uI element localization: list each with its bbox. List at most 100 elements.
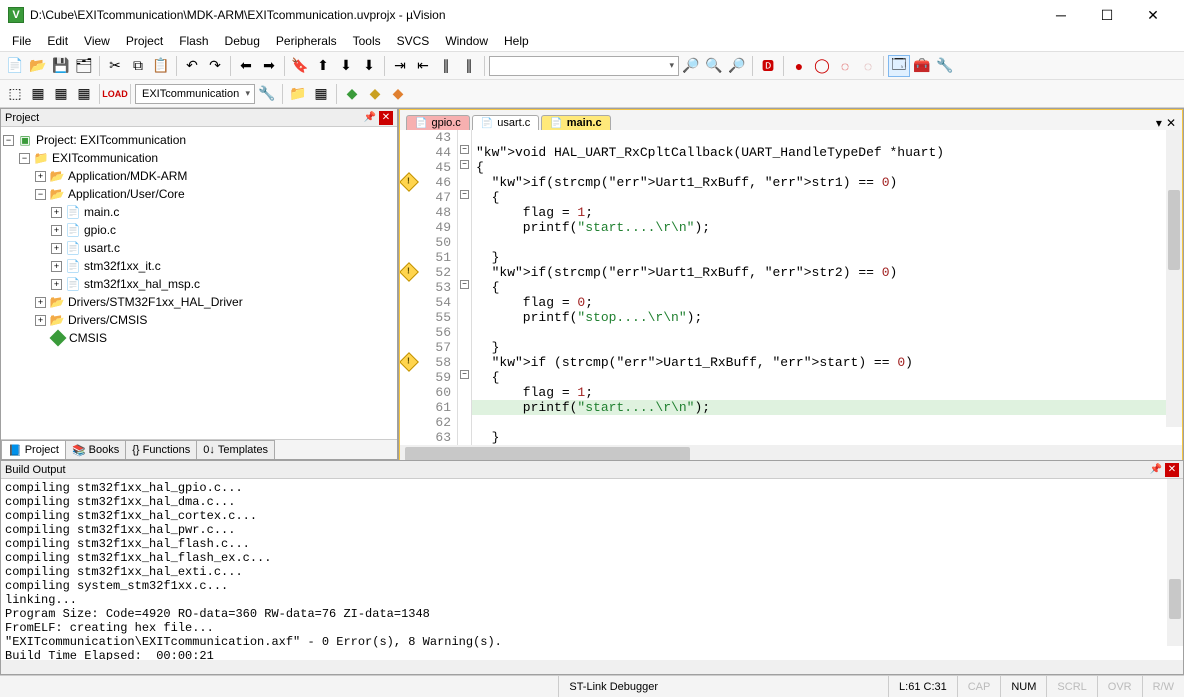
- save-all-icon[interactable]: 🗂: [73, 55, 95, 77]
- manage-icon[interactable]: ▦: [310, 83, 332, 105]
- tree-group[interactable]: +📂Application/MDK-ARM: [3, 167, 395, 185]
- new-file-icon[interactable]: 📄: [4, 55, 26, 77]
- open-file-icon[interactable]: 📂: [27, 55, 49, 77]
- tree-file[interactable]: +📄main.c: [3, 203, 395, 221]
- build-icon[interactable]: ▦: [27, 83, 49, 105]
- status-cap: CAP: [957, 676, 1001, 697]
- nav-back-icon[interactable]: ⬅: [235, 55, 257, 77]
- tree-group[interactable]: +📂Drivers/CMSIS: [3, 311, 395, 329]
- debug-icon[interactable]: 🅳: [757, 55, 779, 77]
- toolbox-icon[interactable]: 🧰: [911, 55, 933, 77]
- menu-peripherals[interactable]: Peripherals: [268, 32, 345, 50]
- build-scrollbar-h[interactable]: [1, 660, 1183, 674]
- tree-file[interactable]: +📄gpio.c: [3, 221, 395, 239]
- copy-icon[interactable]: ⧉: [127, 55, 149, 77]
- tree-file[interactable]: +📄stm32f1xx_hal_msp.c: [3, 275, 395, 293]
- bookmark-next-icon[interactable]: ⬇: [335, 55, 357, 77]
- maximize-button[interactable]: ☐: [1084, 0, 1130, 30]
- tree-target[interactable]: −📁EXITcommunication: [3, 149, 395, 167]
- title-bar: V D:\Cube\EXITcommunication\MDK-ARM\EXIT…: [0, 0, 1184, 30]
- pin-icon[interactable]: 📌: [363, 111, 377, 125]
- menu-bar: FileEditViewProjectFlashDebugPeripherals…: [0, 30, 1184, 52]
- rebuild-icon[interactable]: ▦: [50, 83, 72, 105]
- editor-tab-usart-c[interactable]: 📄 usart.c: [472, 115, 539, 130]
- outdent-icon[interactable]: ⇤: [412, 55, 434, 77]
- target-combo[interactable]: EXITcommunication▾: [135, 84, 255, 104]
- menu-svcs[interactable]: SVCS: [389, 32, 438, 50]
- bottom-tab-books[interactable]: 📚 Books: [65, 440, 126, 459]
- breakpoint-icon[interactable]: ●: [788, 55, 810, 77]
- target-options-icon[interactable]: 🔧: [256, 83, 278, 105]
- editor-scrollbar-v[interactable]: [1166, 130, 1182, 427]
- tab-close-icon[interactable]: ✕: [1166, 116, 1176, 130]
- project-tree[interactable]: −▣Project: EXITcommunication−📁EXITcommun…: [1, 127, 397, 439]
- undo-icon[interactable]: ↶: [181, 55, 203, 77]
- editor-tab-gpio-c[interactable]: 📄 gpio.c: [406, 115, 470, 130]
- tree-cmsis[interactable]: CMSIS: [3, 329, 395, 347]
- bookmark-prev-icon[interactable]: ⬆: [312, 55, 334, 77]
- bookmark-clear-icon[interactable]: ⬇: [358, 55, 380, 77]
- find-combo[interactable]: ▾: [489, 56, 679, 76]
- main-toolbar: 📄 📂 💾 🗂 ✂ ⧉ 📋 ↶ ↷ ⬅ ➡ 🔖 ⬆ ⬇ ⬇ ⇥ ⇤ ∥ ∥ ▾ …: [0, 52, 1184, 80]
- menu-view[interactable]: View: [76, 32, 118, 50]
- status-num: NUM: [1000, 676, 1046, 697]
- editor-tabs: 📄 gpio.c📄 usart.c📄 main.c ▾ ✕: [400, 110, 1182, 130]
- build-toolbar: ⬚ ▦ ▦ ▦ LOAD EXITcommunication▾ 🔧 📁 ▦ ◆ …: [0, 80, 1184, 108]
- nav-fwd-icon[interactable]: ➡: [258, 55, 280, 77]
- file-ext-icon[interactable]: 📁: [287, 83, 309, 105]
- editor-tab-main-c[interactable]: 📄 main.c: [541, 115, 610, 130]
- tree-group[interactable]: −📂Application/User/Core: [3, 185, 395, 203]
- pack-yellow-icon[interactable]: ◆: [364, 83, 386, 105]
- bottom-tab-templates[interactable]: 0↓ Templates: [196, 440, 275, 459]
- menu-file[interactable]: File: [4, 32, 39, 50]
- build-output-text[interactable]: compiling stm32f1xx_hal_gpio.c... compil…: [1, 479, 1183, 660]
- translate-icon[interactable]: ⬚: [4, 83, 26, 105]
- save-icon[interactable]: 💾: [50, 55, 72, 77]
- bookmark-icon[interactable]: 🔖: [289, 55, 311, 77]
- bottom-tab-functions[interactable]: {} Functions: [125, 440, 197, 459]
- project-panel-header: Project 📌 ✕: [1, 109, 397, 127]
- indent-icon[interactable]: ⇥: [389, 55, 411, 77]
- breakpoint-disable-icon[interactable]: ◯: [811, 55, 833, 77]
- pack-orange-icon[interactable]: ◆: [387, 83, 409, 105]
- panel-close-icon[interactable]: ✕: [1165, 463, 1179, 477]
- tree-file[interactable]: +📄stm32f1xx_it.c: [3, 257, 395, 275]
- window-icon[interactable]: 🗔: [888, 55, 910, 77]
- find-in-files-icon[interactable]: 🔍: [703, 55, 725, 77]
- breakpoint-all-icon[interactable]: ◌: [857, 55, 879, 77]
- download-icon[interactable]: LOAD: [104, 83, 126, 105]
- build-output-panel: Build Output 📌 ✕ compiling stm32f1xx_hal…: [0, 460, 1184, 675]
- pin-icon[interactable]: 📌: [1149, 463, 1163, 477]
- menu-tools[interactable]: Tools: [345, 32, 389, 50]
- menu-flash[interactable]: Flash: [171, 32, 216, 50]
- paste-icon[interactable]: 📋: [150, 55, 172, 77]
- tree-file[interactable]: +📄usart.c: [3, 239, 395, 257]
- tree-root[interactable]: −▣Project: EXITcommunication: [3, 131, 395, 149]
- find-icon[interactable]: 🔎: [680, 55, 702, 77]
- minimize-button[interactable]: ─: [1038, 0, 1084, 30]
- menu-debug[interactable]: Debug: [217, 32, 268, 50]
- build-scrollbar-v[interactable]: [1167, 479, 1183, 646]
- comment-icon[interactable]: ∥: [435, 55, 457, 77]
- tab-dropdown-icon[interactable]: ▾: [1156, 116, 1162, 130]
- cut-icon[interactable]: ✂: [104, 55, 126, 77]
- batch-build-icon[interactable]: ▦: [73, 83, 95, 105]
- menu-help[interactable]: Help: [496, 32, 537, 50]
- menu-window[interactable]: Window: [437, 32, 496, 50]
- close-button[interactable]: ✕: [1130, 0, 1176, 30]
- editor-scrollbar-h[interactable]: [400, 445, 1182, 460]
- incremental-find-icon[interactable]: 🔎: [726, 55, 748, 77]
- redo-icon[interactable]: ↷: [204, 55, 226, 77]
- uncomment-icon[interactable]: ∥: [458, 55, 480, 77]
- menu-project[interactable]: Project: [118, 32, 171, 50]
- configure-icon[interactable]: 🔧: [934, 55, 956, 77]
- tree-group[interactable]: +📂Drivers/STM32F1xx_HAL_Driver: [3, 293, 395, 311]
- pack-green-icon[interactable]: ◆: [341, 83, 363, 105]
- bottom-tab-project[interactable]: 📘 Project: [1, 440, 66, 459]
- breakpoint-kill-icon[interactable]: ◌: [834, 55, 856, 77]
- menu-edit[interactable]: Edit: [39, 32, 76, 50]
- status-position: L:61 C:31: [888, 676, 957, 697]
- code-editor[interactable]: !!! 434445464748495051525354555657585960…: [400, 130, 1182, 445]
- status-ovr: OVR: [1097, 676, 1142, 697]
- panel-close-icon[interactable]: ✕: [379, 111, 393, 125]
